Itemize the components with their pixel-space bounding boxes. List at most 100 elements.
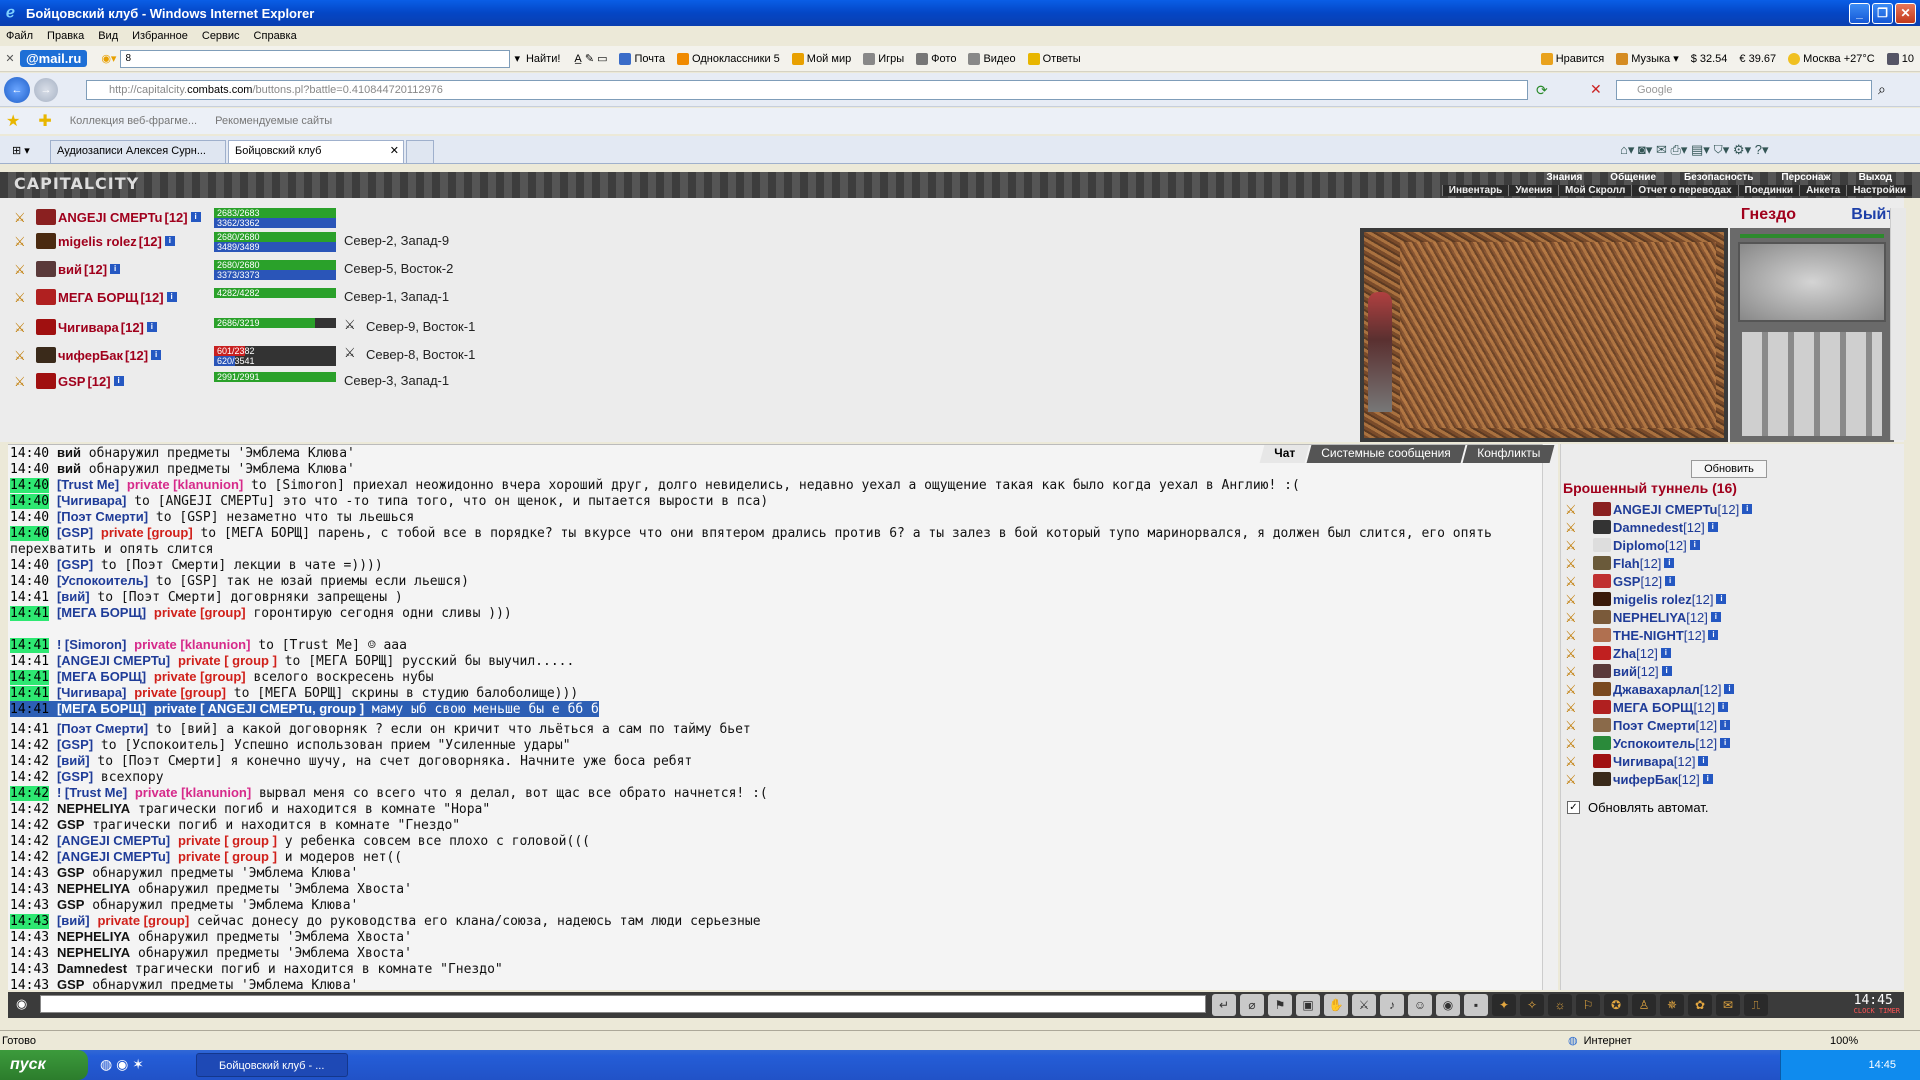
game-nav-3[interactable]: Персонаж — [1767, 172, 1844, 183]
maximize-button[interactable]: ❐ — [1872, 3, 1893, 24]
chat-private-tag[interactable]: private [group] — [154, 669, 246, 684]
attack-icon[interactable] — [1565, 610, 1589, 624]
player-name[interactable]: Чигивара — [58, 320, 119, 335]
fav-item-suggested[interactable]: Рекомендуемые сайты — [215, 115, 332, 127]
menu-item-2[interactable]: Вид — [98, 30, 118, 42]
chat-tab-0[interactable]: Чат — [1259, 445, 1310, 463]
player-name[interactable]: NEPHELIYA — [1613, 610, 1686, 625]
attack-icon[interactable] — [1565, 718, 1589, 732]
player-name[interactable]: Damnedest — [1613, 520, 1683, 535]
attack-icon[interactable] — [1565, 664, 1589, 678]
mail-search-dropdown-icon[interactable]: ▾ — [514, 52, 520, 65]
chat-time[interactable]: 14:43 — [10, 914, 50, 929]
chat-private-tag[interactable]: private [group] — [97, 913, 189, 928]
info-icon[interactable]: i — [151, 350, 162, 360]
chat-tool-icon-13[interactable]: ⚐ — [1576, 994, 1600, 1016]
room-player-row[interactable]: Zha[12]i — [1565, 644, 1671, 662]
chat-tool-icon-2[interactable]: ⚑ — [1268, 994, 1292, 1016]
chat-time[interactable]: 14:43 — [10, 898, 49, 913]
chat-sender[interactable]: [МЕГА БОРЩ] — [57, 701, 146, 716]
info-icon[interactable]: i — [1698, 756, 1709, 766]
info-icon[interactable]: i — [1724, 684, 1735, 694]
chat-private-tag[interactable]: private [ group ] — [178, 849, 277, 864]
auto-refresh-checkbox[interactable]: ✓ Обновлять автомат. — [1567, 800, 1708, 815]
chat-time[interactable]: 14:41 — [10, 590, 49, 605]
chat-sender[interactable]: [ANGEJI CMEPTu] — [57, 849, 170, 864]
back-button[interactable]: ← — [4, 76, 30, 103]
menu-item-3[interactable]: Избранное — [132, 30, 188, 42]
chat-private-tag[interactable]: private [ ANGEJI CMEPTu, group ] — [154, 701, 364, 716]
mail-toolbar-item-1[interactable]: Одноклассники 5 — [677, 52, 780, 65]
attack-icon[interactable] — [1565, 646, 1589, 660]
room-player-row[interactable]: migelis rolez[12]i — [1565, 590, 1727, 608]
chat-sender[interactable]: ! [Trust Me] — [57, 785, 127, 800]
chat-private-tag[interactable]: private [klanunion] — [127, 477, 243, 492]
weather[interactable]: Москва +27°C — [1788, 52, 1875, 65]
counter[interactable]: 10 — [1886, 52, 1914, 65]
mail-search-input[interactable]: 8 — [120, 49, 511, 68]
top-panel-scrollbar[interactable] — [1890, 208, 1906, 440]
chat-tool-icon-18[interactable]: ✉ — [1716, 994, 1740, 1016]
room-player-row[interactable]: ANGEJI CMEPTu[12]i — [1565, 500, 1753, 518]
chat-time[interactable]: 14:41 — [10, 638, 50, 653]
room-player-row[interactable]: Поэт Смерти[12]i — [1565, 716, 1731, 734]
in-battle-icon[interactable]: ⚔ — [344, 317, 356, 333]
room-player-row[interactable]: Diplomo[12]i — [1565, 536, 1700, 554]
chat-options-icon[interactable]: ◉ — [16, 996, 27, 1012]
info-icon[interactable]: i — [1720, 720, 1731, 730]
zoom-level[interactable]: 100% — [1830, 1035, 1858, 1047]
mail-toolbar-item-6[interactable]: Ответы — [1027, 52, 1081, 65]
chat-time[interactable]: 14:42 — [10, 754, 49, 769]
chat-time[interactable]: 14:41 — [10, 722, 49, 737]
player-name[interactable]: migelis rolez — [58, 234, 137, 249]
player-name[interactable]: migelis rolez — [1613, 592, 1692, 607]
player-name[interactable]: GSP — [58, 374, 85, 389]
chat-time[interactable]: 14:41 — [10, 702, 49, 717]
minimize-button[interactable]: _ — [1849, 3, 1870, 24]
chat-sender[interactable]: [GSP] — [57, 557, 93, 572]
player-row[interactable]: migelis rolez[12]i — [14, 230, 175, 252]
attack-icon[interactable] — [14, 234, 32, 248]
chat-sender[interactable]: GSP — [57, 817, 84, 832]
chat-time[interactable]: 14:41 — [10, 606, 50, 621]
add-favorites-icon[interactable]: ✚ — [38, 111, 51, 131]
chat-time[interactable]: 14:40 — [10, 510, 49, 525]
chat-time[interactable]: 14:41 — [10, 654, 49, 669]
chat-sender[interactable]: [МЕГА БОРЩ] — [57, 669, 146, 684]
direction-controls[interactable] — [1738, 242, 1886, 322]
chat-sender[interactable]: [Чигивара] — [57, 493, 126, 508]
chat-time[interactable]: 14:40 — [10, 494, 50, 509]
chat-sender[interactable]: GSP — [57, 897, 84, 912]
game-subnav-5[interactable]: Анкета — [1799, 185, 1846, 196]
menu-item-5[interactable]: Справка — [254, 30, 297, 42]
chat-tool-icon-1[interactable]: ⌀ — [1240, 994, 1264, 1016]
menu-item-4[interactable]: Сервис — [202, 30, 240, 42]
attack-icon[interactable] — [1565, 574, 1589, 588]
game-subnav-3[interactable]: Отчет о переводах — [1631, 185, 1737, 196]
forward-button[interactable]: → — [34, 77, 58, 102]
player-row[interactable]: чиферБак[12]i — [14, 344, 162, 366]
chat-private-tag[interactable]: private [ group ] — [178, 653, 277, 668]
chat-tool-icon-19[interactable]: ⎍ — [1744, 994, 1768, 1016]
info-icon[interactable]: i — [113, 376, 124, 386]
tab-audio[interactable]: Аудиозаписи Алексея Сурн... — [50, 140, 226, 163]
chat-time[interactable]: 14:40 — [10, 462, 49, 477]
game-subnav-1[interactable]: Умения — [1508, 185, 1558, 196]
room-player-row[interactable]: вий[12]i — [1565, 662, 1672, 680]
chat-sender[interactable]: [GSP] — [57, 525, 93, 540]
chat-message-input[interactable] — [40, 995, 1206, 1013]
attack-icon[interactable] — [1565, 754, 1589, 768]
room-player-row[interactable]: Успокоитель[12]i — [1565, 734, 1731, 752]
player-name[interactable]: вий — [1613, 664, 1637, 679]
chat-tool-icon-10[interactable]: ✦ — [1492, 994, 1516, 1016]
close-window-button[interactable]: ✕ — [1895, 3, 1916, 24]
room-player-row[interactable]: NEPHELIYA[12]i — [1565, 608, 1721, 626]
attack-icon[interactable] — [1565, 628, 1589, 642]
chat-time[interactable]: 14:41 — [10, 670, 50, 685]
info-icon[interactable]: i — [1660, 648, 1671, 658]
game-subnav-4[interactable]: Поединки — [1737, 185, 1800, 196]
player-name[interactable]: вий — [58, 262, 82, 277]
player-row[interactable]: ANGEJI CMEPTu[12]i — [14, 206, 201, 228]
close-toolbar-icon[interactable]: ✕ — [0, 52, 20, 65]
info-icon[interactable]: i — [1718, 702, 1729, 712]
